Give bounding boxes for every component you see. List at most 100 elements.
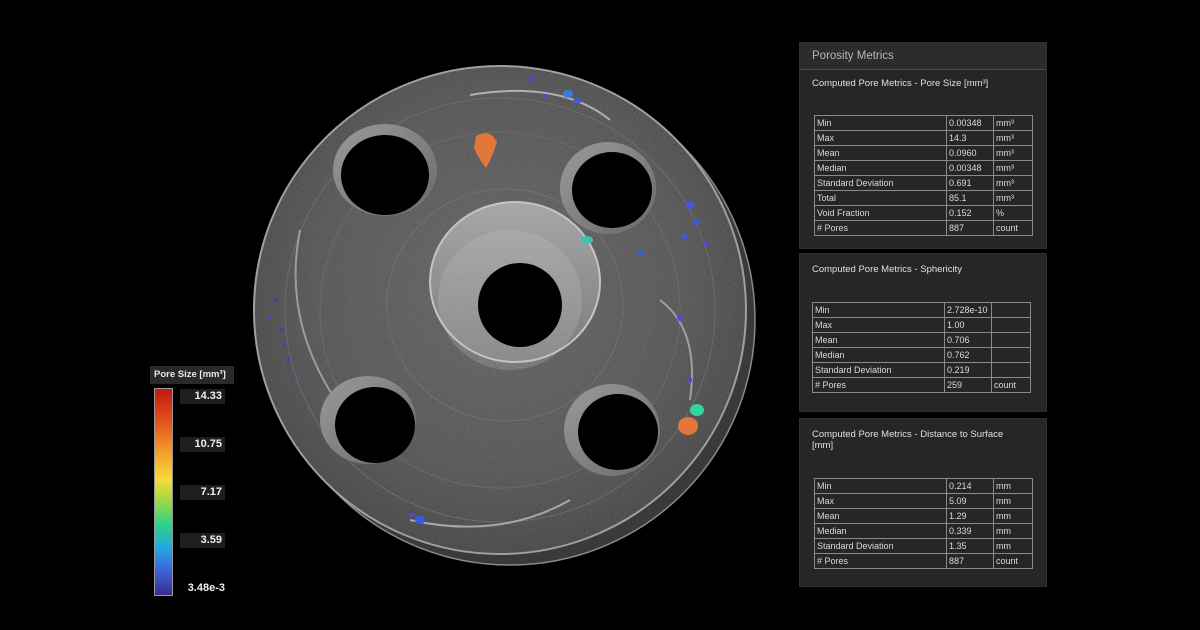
metric-row: Standard Deviation 0.691 mm³ — [814, 175, 1033, 191]
metric-row: Min 0.00348 mm³ — [814, 115, 1033, 131]
legend-tick: 3.59 — [180, 533, 225, 548]
metric-row: Median 0.339 mm — [814, 523, 1033, 539]
metric-unit — [991, 362, 1031, 378]
pore-size-title: Computed Pore Metrics - Pore Size [mm³] — [812, 78, 989, 89]
metric-unit: mm — [993, 493, 1033, 509]
metric-label: Total — [814, 190, 947, 206]
metric-row: Median 0.00348 mm³ — [814, 160, 1033, 176]
metric-value: 887 — [946, 553, 994, 569]
distance-to-surface-panel: Computed Pore Metrics - Distance to Surf… — [800, 419, 1046, 586]
metric-label: Standard Deviation — [812, 362, 945, 378]
metric-label: Void Fraction — [814, 205, 947, 221]
metric-label: Standard Deviation — [814, 538, 947, 554]
metric-value: 14.3 — [946, 130, 994, 146]
metric-row: # Pores 259 count — [812, 377, 1031, 393]
colormap-bar — [154, 388, 173, 596]
metric-unit: % — [993, 205, 1033, 221]
metric-value: 887 — [946, 220, 994, 236]
metric-value: 0.219 — [944, 362, 992, 378]
metric-label: Max — [812, 317, 945, 333]
metric-unit — [991, 347, 1031, 363]
metric-label: # Pores — [814, 220, 947, 236]
metric-label: Min — [812, 302, 945, 318]
metric-unit: mm³ — [993, 175, 1033, 191]
sphericity-panel: Computed Pore Metrics - Sphericity Min 2.… — [800, 254, 1046, 411]
metric-unit: mm³ — [993, 130, 1033, 146]
metric-row: Max 1.00 — [812, 317, 1031, 333]
metric-value: 0.706 — [944, 332, 992, 348]
metric-unit: count — [991, 377, 1031, 393]
metric-label: # Pores — [812, 377, 945, 393]
metric-label: Min — [814, 115, 947, 131]
metric-label: Median — [814, 523, 947, 539]
metric-row: Median 0.762 — [812, 347, 1031, 363]
metric-label: Median — [812, 347, 945, 363]
metric-label: Mean — [812, 332, 945, 348]
metric-label: Standard Deviation — [814, 175, 947, 191]
metric-row: Max 14.3 mm³ — [814, 130, 1033, 146]
legend-tick: 3.48e-3 — [187, 582, 225, 594]
metric-value: 0.762 — [944, 347, 992, 363]
bolt-hole — [333, 124, 437, 216]
metric-label: Median — [814, 160, 947, 176]
metric-value: 1.00 — [944, 317, 992, 333]
metric-value: 5.09 — [946, 493, 994, 509]
metric-value: 2.728e-10 — [944, 302, 992, 318]
metric-row: Min 0.214 mm — [814, 478, 1033, 494]
metric-unit: mm³ — [993, 115, 1033, 131]
metric-label: Max — [814, 130, 947, 146]
metric-label: Mean — [814, 508, 947, 524]
sphericity-title: Computed Pore Metrics - Sphericity — [812, 264, 962, 275]
metric-row: Standard Deviation 1.35 mm — [814, 538, 1033, 554]
metric-value: 0.0960 — [946, 145, 994, 161]
metric-value: 0.152 — [946, 205, 994, 221]
metric-row: Min 2.728e-10 — [812, 302, 1031, 318]
metric-unit: mm — [993, 523, 1033, 539]
metric-row: Total 85.1 mm³ — [814, 190, 1033, 206]
legend-tick: 10.75 — [180, 437, 225, 452]
porosity-metrics-panel: Porosity Metrics Computed Pore Metrics -… — [800, 43, 1046, 248]
metric-unit: mm³ — [993, 160, 1033, 176]
metric-label: Min — [814, 478, 947, 494]
metric-row: # Pores 887 count — [814, 553, 1033, 569]
metric-value: 85.1 — [946, 190, 994, 206]
sphericity-table: Min 2.728e-10 Max 1.00 Mean 0.706 Median 0.762 S… — [812, 302, 1031, 393]
metric-unit: count — [993, 220, 1033, 236]
metric-unit — [991, 302, 1031, 318]
metric-value: 0.214 — [946, 478, 994, 494]
metric-row: Void Fraction 0.152% — [814, 205, 1033, 221]
metric-label: Mean — [814, 145, 947, 161]
metric-row: Mean 0.706 — [812, 332, 1031, 348]
metric-unit: mm — [993, 538, 1033, 554]
metric-label: # Pores — [814, 553, 947, 569]
metric-row: Max 5.09 mm — [814, 493, 1033, 509]
metric-unit: mm³ — [993, 145, 1033, 161]
pore-size-legend: Pore Size [mm³] 14.33 10.75 7.17 3.59 3.… — [150, 366, 240, 606]
metric-value: 0.691 — [946, 175, 994, 191]
metric-value: 1.35 — [946, 538, 994, 554]
metric-row: # Pores 887 count — [814, 220, 1033, 236]
metric-unit: mm³ — [993, 190, 1033, 206]
metric-unit — [991, 317, 1031, 333]
pore-size-table: Min 0.00348 mm³ Max 14.3 mm³ Mean 0.0960 mm³ Medi… — [814, 115, 1033, 236]
metric-row: Mean 0.0960 mm³ — [814, 145, 1033, 161]
legend-tick: 14.33 — [180, 389, 225, 404]
metric-value: 0.339 — [946, 523, 994, 539]
legend-tick: 7.17 — [180, 485, 225, 500]
legend-title: Pore Size [mm³] — [150, 366, 234, 384]
metric-row: Standard Deviation 0.219 — [812, 362, 1031, 378]
metric-unit: mm — [993, 508, 1033, 524]
metric-value: 0.00348 — [946, 160, 994, 176]
distance-table: Min 0.214 mm Max 5.09 mm Mean 1.29 mm Median 0.339… — [814, 478, 1033, 569]
bolt-hole — [564, 384, 660, 476]
metric-unit: mm — [993, 478, 1033, 494]
metric-label: Max — [814, 493, 947, 509]
metric-unit: count — [993, 553, 1033, 569]
panel-title: Porosity Metrics — [800, 43, 1046, 70]
bolt-hole — [320, 376, 416, 464]
metric-unit — [991, 332, 1031, 348]
metric-value: 259 — [944, 377, 992, 393]
metric-value: 1.29 — [946, 508, 994, 524]
metric-row: Mean 1.29 mm — [814, 508, 1033, 524]
bolt-hole — [560, 142, 656, 234]
